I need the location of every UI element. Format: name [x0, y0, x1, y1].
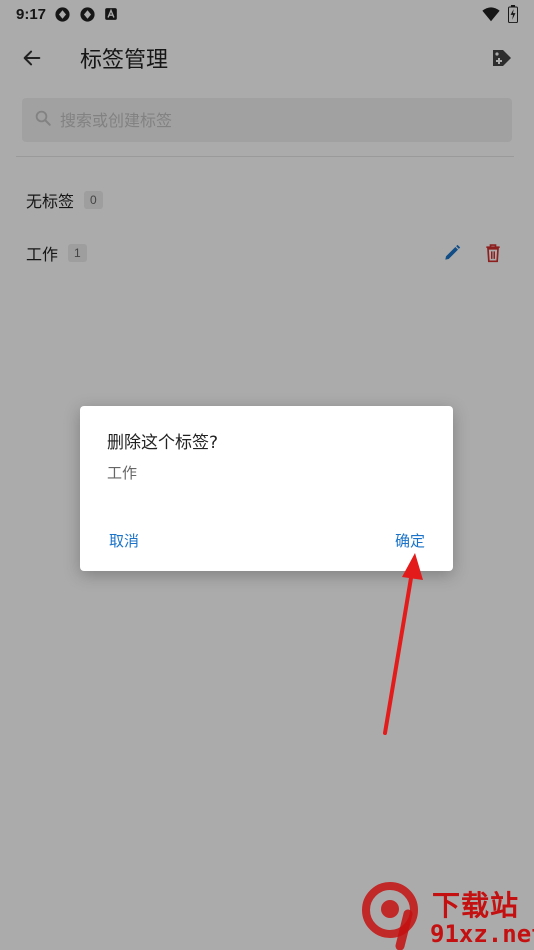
annotation-arrow	[383, 553, 423, 735]
watermark-logo-icon	[362, 882, 418, 950]
watermark: 下载站 91xz.net	[360, 880, 534, 950]
watermark-domain: 91xz.net	[430, 920, 534, 948]
watermark-brand: 下载站	[432, 889, 520, 922]
